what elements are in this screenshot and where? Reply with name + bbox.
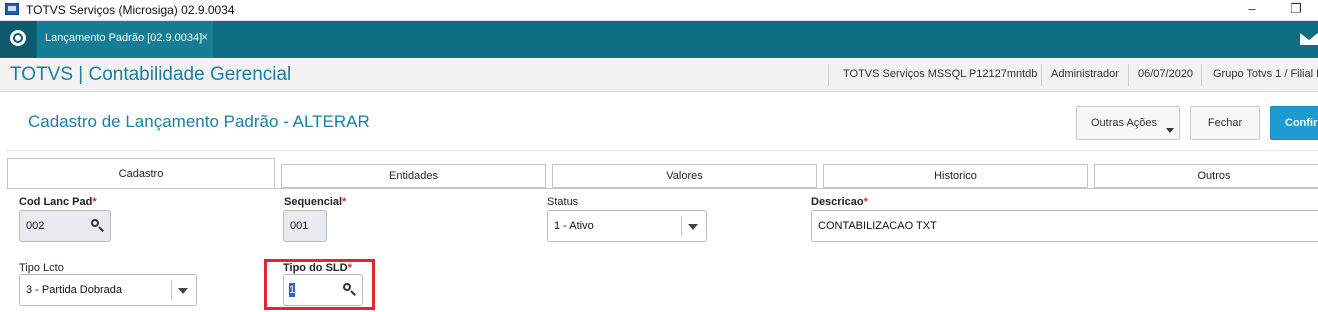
app-icon	[5, 3, 19, 15]
close-icon[interactable]: ×	[201, 30, 208, 44]
module-title: TOTVS | Contabilidade Gerencial	[10, 64, 292, 85]
tab-label: Lançamento Padrão [02.9.0034]	[45, 32, 203, 44]
cod-lanc-pad-field[interactable]: 002	[19, 210, 111, 242]
status-label: Status	[547, 196, 579, 208]
chevron-down-icon	[688, 224, 698, 230]
tab-outros[interactable]: Outros	[1094, 164, 1318, 188]
mail-icon[interactable]	[1300, 33, 1318, 45]
cod-lanc-pad-label: Cod Lanc Pad*	[19, 196, 97, 208]
user-info: Administrador	[1051, 68, 1119, 80]
page-title: Cadastro de Lançamento Padrão - ALTERAR	[28, 112, 370, 131]
more-actions-label: Outras Ações	[1091, 117, 1158, 129]
date-info: 06/07/2020	[1138, 68, 1194, 80]
tipo-lcto-label: Tipo Lcto	[19, 262, 64, 274]
header-separator	[1201, 64, 1202, 86]
chevron-down-icon	[1166, 128, 1174, 133]
search-icon[interactable]	[90, 218, 106, 234]
more-actions-button[interactable]: Outras Ações	[1076, 106, 1180, 140]
tab-cadastro[interactable]: Cadastro	[7, 158, 275, 188]
header-separator	[828, 64, 829, 86]
tab-lancamento-padrao[interactable]: Lançamento Padrão [02.9.0034] ×	[37, 21, 213, 58]
sequencial-label: Sequencial*	[284, 196, 347, 208]
group-info: Grupo Totvs 1 / Filial B	[1213, 68, 1318, 80]
subtab-baseline	[6, 188, 1318, 189]
status-select[interactable]: 1 - Ativo	[547, 210, 707, 242]
home-icon-dot	[15, 35, 21, 41]
tab-historico[interactable]: Historico	[823, 164, 1088, 188]
home-button[interactable]	[0, 21, 36, 58]
descricao-field[interactable]: CONTABILIZACAO TXT	[811, 210, 1318, 242]
header-separator	[1128, 64, 1129, 86]
descricao-label: Descricao*	[811, 196, 868, 208]
window-title: TOTVS Serviços (Microsiga) 02.9.0034	[26, 3, 235, 17]
tab-strip: Lançamento Padrão [02.9.0034] ×	[0, 21, 1318, 58]
close-button[interactable]: Fechar	[1190, 106, 1260, 140]
server-info: TOTVS Serviços MSSQL P12127mntdb	[843, 68, 1038, 80]
tab-entidades[interactable]: Entidades	[281, 164, 546, 188]
tab-valores[interactable]: Valores	[552, 164, 817, 188]
restore-button[interactable]: ❐	[1276, 0, 1316, 20]
confirm-button[interactable]: Confir	[1270, 106, 1318, 140]
sequencial-field: 001	[283, 210, 327, 242]
header-divider	[6, 150, 1318, 151]
highlight-box	[264, 259, 375, 310]
header-separator	[1041, 64, 1042, 86]
tipo-lcto-select[interactable]: 3 - Partida Dobrada	[19, 274, 197, 306]
chevron-down-icon	[178, 288, 188, 294]
minimize-button[interactable]: –	[1232, 0, 1272, 20]
